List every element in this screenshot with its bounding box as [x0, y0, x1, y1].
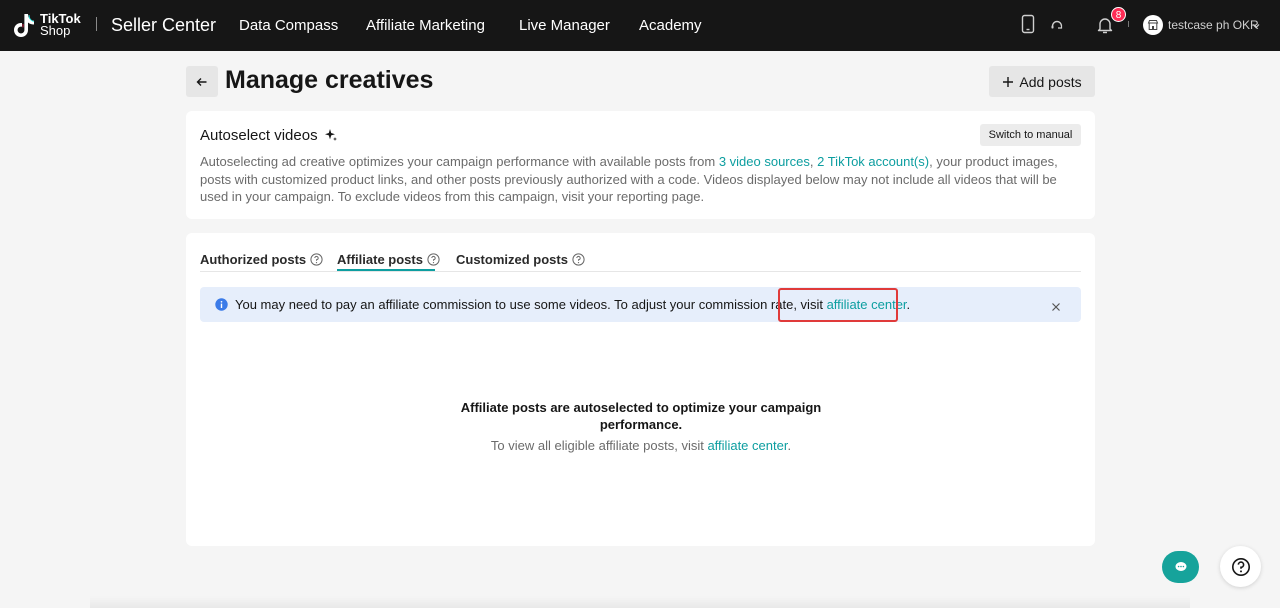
nav-link-academy[interactable]: Academy — [639, 17, 702, 34]
store-icon — [1147, 20, 1159, 30]
tiktok-shop-logo[interactable]: TikTok Shop — [12, 12, 81, 38]
close-icon[interactable] — [1051, 299, 1061, 317]
autoselect-title: Autoselect videos — [200, 127, 318, 144]
tab-label: Affiliate posts — [337, 252, 423, 267]
nav-link-live-manager[interactable]: Live Manager — [519, 17, 610, 34]
sparkle-icon — [324, 128, 338, 147]
chevron-down-icon[interactable] — [1251, 18, 1261, 36]
empty-sub-prefix: To view all eligible affiliate posts, vi… — [490, 438, 708, 453]
store-avatar[interactable] — [1143, 15, 1163, 35]
notification-badge: 8 — [1111, 7, 1126, 22]
mobile-icon[interactable] — [1021, 14, 1035, 39]
question-circle-icon — [1231, 557, 1250, 576]
tiktok-accounts-link[interactable]: 2 TikTok account(s) — [817, 154, 929, 169]
bottom-edge-shadow — [90, 596, 1190, 608]
chat-button[interactable] — [1162, 551, 1199, 583]
arrow-left-icon — [196, 77, 207, 86]
banner-message: You may need to pay an affiliate commiss… — [235, 297, 827, 312]
switch-to-manual-button[interactable]: Switch to manual — [980, 124, 1081, 146]
active-tab-indicator — [337, 269, 435, 271]
empty-state-title: Affiliate posts are autoselected to opti… — [460, 400, 822, 432]
banner-end: . — [906, 297, 911, 312]
help-button[interactable] — [1220, 546, 1261, 587]
affiliate-center-link-secondary[interactable]: affiliate center — [707, 438, 787, 453]
posts-card: Authorized posts Affiliate posts Customi… — [186, 233, 1095, 546]
tab-affiliate-posts[interactable]: Affiliate posts — [337, 252, 440, 267]
tab-label: Customized posts — [456, 252, 568, 267]
tab-authorized-posts[interactable]: Authorized posts — [200, 252, 323, 267]
help-circle-icon[interactable] — [310, 253, 323, 266]
add-posts-button[interactable]: Add posts — [989, 66, 1095, 97]
add-posts-label: Add posts — [1019, 73, 1082, 90]
nav-divider — [96, 17, 97, 31]
autoselect-description: Autoselecting ad creative optimizes your… — [200, 153, 1085, 206]
seller-center-title[interactable]: Seller Center — [111, 15, 216, 36]
bell-icon[interactable] — [1096, 16, 1114, 39]
info-icon — [215, 298, 228, 316]
tab-label: Authorized posts — [200, 252, 307, 267]
headset-icon[interactable] — [1050, 18, 1064, 37]
empty-state-subtitle: To view all eligible affiliate posts, vi… — [392, 438, 890, 453]
top-nav: TikTok Shop Seller Center Data Compass A… — [0, 0, 1280, 51]
nav-link-data-compass[interactable]: Data Compass — [239, 17, 338, 34]
plus-icon — [1003, 76, 1014, 87]
page-title: Manage creatives — [225, 66, 434, 94]
empty-sub-end: . — [787, 438, 792, 453]
tab-customized-posts[interactable]: Customized posts — [456, 252, 585, 267]
account-name[interactable]: testcase ph OKR — [1168, 18, 1259, 32]
nav-divider-small — [1128, 21, 1129, 27]
tabs-divider — [200, 271, 1081, 272]
help-circle-icon[interactable] — [427, 253, 440, 266]
help-circle-icon[interactable] — [572, 253, 585, 266]
chat-bubble-icon — [1175, 562, 1186, 571]
autoselect-card: Autoselect videos Switch to manual Autos… — [186, 111, 1095, 219]
info-banner: You may need to pay an affiliate commiss… — [200, 287, 1081, 322]
logo-text-line2: Shop — [40, 23, 71, 38]
video-sources-link[interactable]: 3 video sources — [719, 154, 810, 169]
back-button[interactable] — [186, 66, 218, 97]
nav-link-affiliate-marketing[interactable]: Affiliate Marketing — [366, 17, 485, 34]
highlight-annotation — [778, 288, 898, 322]
tiktok-logo-icon — [12, 12, 36, 38]
desc-prefix: Autoselecting ad creative optimizes your… — [200, 154, 719, 169]
